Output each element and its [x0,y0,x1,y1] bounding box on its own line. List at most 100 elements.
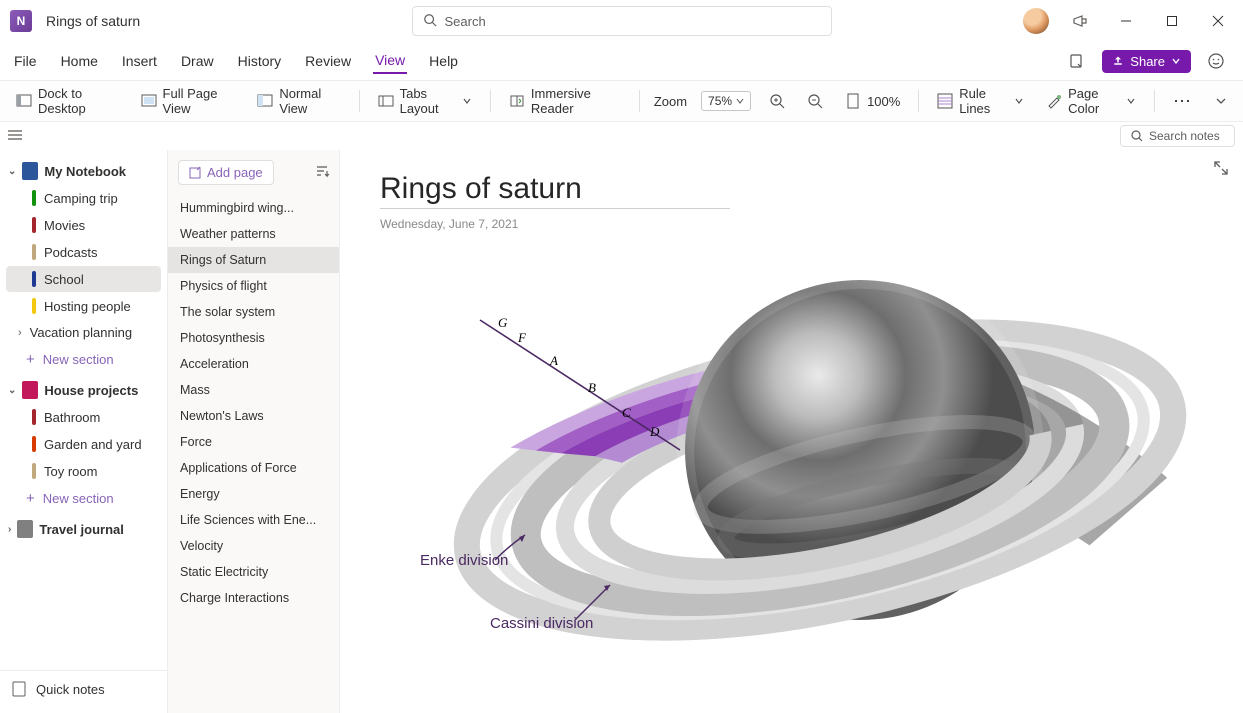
rule-lines-button[interactable]: Rule Lines [933,84,1028,118]
section-color-tab [32,436,36,452]
section-bathroom[interactable]: Bathroom [6,404,161,430]
notebook-my-notebook[interactable]: ⌄ My Notebook [0,158,167,184]
chevron-icon: ⌄ [8,385,16,396]
page-color-button[interactable]: Page Color [1042,84,1140,118]
fullpage-icon [141,93,157,109]
app-icon: N [10,10,32,32]
zoom-select[interactable]: 75% [701,91,751,111]
page-item[interactable]: Acceleration [168,351,339,377]
expand-canvas-button[interactable] [1213,160,1229,179]
ring-label-b: B [588,380,596,395]
dock-to-desktop-button[interactable]: Dock to Desktop [12,84,123,118]
page-item[interactable]: Charge Interactions [168,585,339,611]
feedback-icon[interactable] [1201,46,1231,76]
menu-home[interactable]: Home [59,49,100,73]
notebook-house-projects[interactable]: ⌄ House projects [0,377,167,403]
note-title[interactable]: Rings of saturn [380,172,730,209]
page-item[interactable]: Force [168,429,339,455]
section-label: School [44,272,84,287]
search-icon [423,13,437,30]
new-section-button[interactable]: +New section [0,346,167,373]
menu-insert[interactable]: Insert [120,49,159,73]
menu-view[interactable]: View [373,48,407,74]
page-item[interactable]: Hummingbird wing... [168,195,339,221]
menu-bar: File Home Insert Draw History Review Vie… [0,42,1243,80]
page-item[interactable]: Energy [168,481,339,507]
pagecolor-icon [1046,93,1062,109]
section-podcasts[interactable]: Podcasts [6,239,161,265]
zoom-100-button[interactable]: 100% [841,91,904,111]
navigation-toggle-icon[interactable] [8,128,22,144]
full-page-view-button[interactable]: Full Page View [137,84,240,118]
section-color-tab [32,463,36,479]
notebook-label: Travel journal [39,522,124,537]
page-item[interactable]: Photosynthesis [168,325,339,351]
section-camping-trip[interactable]: Camping trip [6,185,161,211]
new-section-button[interactable]: +New section [0,485,167,512]
menu-help[interactable]: Help [427,49,460,73]
global-search[interactable]: Search [412,6,832,36]
notebook-label: My Notebook [44,164,126,179]
section-toy-room[interactable]: Toy room [6,458,161,484]
note-canvas[interactable]: Rings of saturn Wednesday, June 7, 2021 [340,150,1243,713]
dock-icon [16,93,32,109]
section-movies[interactable]: Movies [6,212,161,238]
section-label: Vacation planning [30,325,132,340]
page-options-icon[interactable] [1062,46,1092,76]
normal-view-button[interactable]: Normal View [253,84,344,118]
notebook-icon [22,381,38,399]
page-item[interactable]: Velocity [168,533,339,559]
zoom-out-button[interactable] [803,91,827,111]
tabs-icon [378,93,394,109]
page-item[interactable]: Rings of Saturn [168,247,339,273]
more-options-button[interactable]: ⋯ [1169,89,1197,114]
section-label: Hosting people [44,299,131,314]
page-item[interactable]: Applications of Force [168,455,339,481]
tabs-layout-button[interactable]: Tabs Layout [374,84,476,118]
page-item[interactable]: Mass [168,377,339,403]
close-button[interactable] [1203,6,1233,36]
notebook-sidebar: ⌄ My Notebook Camping trip MoviesPodcasts S… [0,150,168,713]
chevron-icon: › [8,524,11,535]
saturn-diagram: G F A B C D Enke division Cassini divisi… [400,220,1200,700]
maximize-button[interactable] [1157,6,1187,36]
section-color-tab [32,409,36,425]
ring-label-f: F [517,330,527,345]
notebook-icon [17,520,33,538]
minimize-button[interactable] [1111,6,1141,36]
page-item[interactable]: Life Sciences with Ene... [168,507,339,533]
chevron-right-icon: › [18,327,22,339]
menu-review[interactable]: Review [303,49,353,73]
title-bar: N Rings of saturn Search [0,0,1243,42]
ring-label-g: G [498,315,508,330]
sort-pages-button[interactable] [315,164,329,181]
section-school[interactable]: School [6,266,161,292]
share-button[interactable]: Share [1102,50,1191,73]
section-color-tab [32,190,36,206]
menu-draw[interactable]: Draw [179,49,216,73]
section-hosting-people[interactable]: Hosting people [6,293,161,319]
page-item[interactable]: Weather patterns [168,221,339,247]
immersive-reader-button[interactable]: Immersive Reader [505,84,625,118]
section-garden-and-yard[interactable]: Garden and yard [6,431,161,457]
search-notes-input[interactable]: Search notes [1120,125,1235,147]
notebook-travel-journal[interactable]: › Travel journal [0,516,167,542]
menu-file[interactable]: File [12,49,39,73]
add-page-button[interactable]: Add page [178,160,274,185]
section-label: Camping trip [44,191,118,206]
page-item[interactable]: The solar system [168,299,339,325]
section-label: Garden and yard [44,437,142,452]
page-item[interactable]: Physics of flight [168,273,339,299]
page-item[interactable]: Newton's Laws [168,403,339,429]
section-vacation-planning[interactable]: › Vacation planning [6,320,161,345]
view-ribbon: Dock to Desktop Full Page View Normal Vi… [0,80,1243,122]
ring-label-d: D [649,424,660,439]
user-avatar[interactable] [1023,8,1049,34]
normal-icon [257,93,273,109]
zoom-in-button[interactable] [765,91,789,111]
ribbon-collapse-button[interactable] [1211,93,1231,109]
megaphone-icon[interactable] [1065,6,1095,36]
page-item[interactable]: Static Electricity [168,559,339,585]
quick-notes-button[interactable]: Quick notes [0,670,167,707]
menu-history[interactable]: History [236,49,284,73]
